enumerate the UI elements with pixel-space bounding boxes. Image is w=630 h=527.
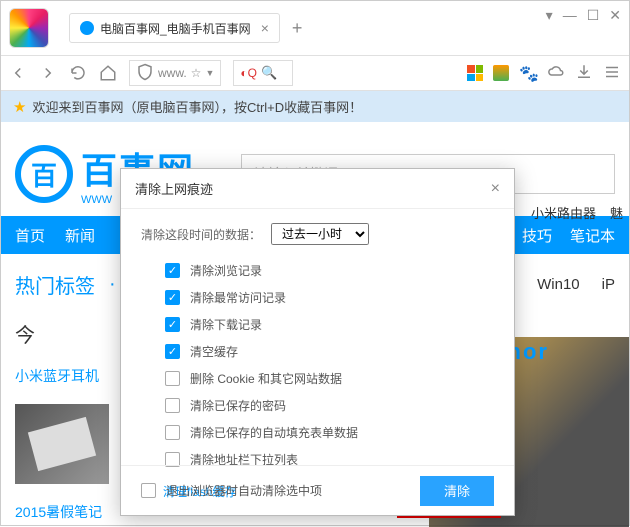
side-link[interactable]: 小米路由器 bbox=[531, 203, 596, 222]
clear-option-row: 删除 Cookie 和其它网站数据 bbox=[141, 365, 494, 392]
search-engine-icon: ◐Q bbox=[240, 66, 257, 80]
clear-button[interactable]: 清除 bbox=[420, 476, 494, 506]
url-bar[interactable]: www. ☆ ▼ bbox=[129, 60, 221, 86]
auto-clear-label: 退出浏览器时自动清除选中项 bbox=[166, 482, 322, 499]
auto-clear-checkbox[interactable] bbox=[141, 483, 156, 498]
reload-button[interactable] bbox=[69, 64, 87, 82]
browser-tab[interactable]: 电脑百事网_电脑手机百事网 × bbox=[69, 13, 280, 43]
clear-option-row: 清除已保存的密码 bbox=[141, 392, 494, 419]
nav-item[interactable]: 新闻 bbox=[65, 225, 95, 246]
microsoft-icon[interactable] bbox=[467, 65, 483, 81]
clear-option-checkbox[interactable] bbox=[165, 398, 180, 413]
search-icon: 🔍 bbox=[261, 65, 277, 81]
clear-option-row: ✓ 清除浏览记录 bbox=[141, 257, 494, 284]
clear-option-label: 清除已保存的密码 bbox=[190, 397, 286, 414]
back-button[interactable] bbox=[9, 64, 27, 82]
tab-favicon bbox=[80, 21, 94, 35]
article-thumbnail[interactable] bbox=[15, 404, 109, 484]
banner-text: 欢迎来到百事网（原电脑百事网），按Ctrl+D收藏百事网！ bbox=[32, 97, 362, 116]
baidu-paw-icon[interactable]: 🐾 bbox=[519, 64, 537, 82]
download-icon[interactable] bbox=[575, 63, 593, 84]
side-link[interactable]: 魅 bbox=[610, 203, 623, 222]
clear-option-label: 删除 Cookie 和其它网站数据 bbox=[190, 370, 342, 387]
logo-circle: 百 bbox=[15, 145, 73, 203]
menu-bars-icon[interactable] bbox=[603, 63, 621, 84]
clear-option-checkbox[interactable]: ✓ bbox=[165, 344, 180, 359]
clear-option-checkbox[interactable]: ✓ bbox=[165, 263, 180, 278]
close-icon[interactable]: ✕ bbox=[609, 7, 621, 24]
extension-icon[interactable] bbox=[493, 65, 509, 81]
new-tab-button[interactable]: + bbox=[292, 18, 303, 39]
nav-item[interactable]: 笔记本 bbox=[570, 225, 615, 246]
clear-option-row: ✓ 清除下载记录 bbox=[141, 311, 494, 338]
tag-link[interactable]: iP bbox=[602, 276, 615, 293]
shield-icon bbox=[136, 63, 154, 84]
tags-dot: · bbox=[109, 273, 116, 296]
tag-link[interactable]: Win10 bbox=[537, 276, 580, 293]
home-button[interactable] bbox=[99, 64, 117, 82]
clear-option-row: 清除已保存的自动填充表单数据 bbox=[141, 419, 494, 446]
timerange-label: 清除这段时间的数据： bbox=[141, 226, 261, 243]
tab-title: 电脑百事网_电脑手机百事网 bbox=[100, 20, 251, 37]
clear-option-label: 清除浏览记录 bbox=[190, 262, 262, 279]
clear-option-checkbox[interactable]: ✓ bbox=[165, 317, 180, 332]
clear-option-checkbox[interactable] bbox=[165, 371, 180, 386]
clear-option-label: 清除已保存的自动填充表单数据 bbox=[190, 424, 358, 441]
menu-icon[interactable]: ▾ bbox=[546, 7, 553, 24]
clear-option-label: 清除下载记录 bbox=[190, 316, 262, 333]
url-text: www. bbox=[158, 66, 187, 80]
search-bar[interactable]: ◐Q 🔍 bbox=[233, 60, 293, 86]
dialog-title: 清除上网痕迹 bbox=[135, 179, 213, 198]
clear-option-checkbox[interactable]: ✓ bbox=[165, 290, 180, 305]
clear-option-row: ✓ 清空缓存 bbox=[141, 338, 494, 365]
clear-browsing-data-dialog: 清除上网痕迹 × 清除这段时间的数据： 过去一小时 ✓ 清除浏览记录 ✓ 清除最常访问… bbox=[120, 168, 515, 516]
minimize-icon[interactable]: — bbox=[563, 7, 577, 24]
tab-close-icon[interactable]: × bbox=[261, 20, 269, 36]
clear-option-label: 清除最常访问记录 bbox=[190, 289, 286, 306]
clear-option-row: ✓ 清除最常访问记录 bbox=[141, 284, 494, 311]
nav-item[interactable]: 首页 bbox=[15, 225, 45, 246]
clear-option-label: 清空缓存 bbox=[190, 343, 238, 360]
star-icon[interactable]: ☆ bbox=[191, 66, 202, 80]
dialog-close-icon[interactable]: × bbox=[491, 180, 500, 198]
clear-option-checkbox[interactable] bbox=[165, 425, 180, 440]
timerange-select[interactable]: 过去一小时 bbox=[271, 223, 369, 245]
forward-button[interactable] bbox=[39, 64, 57, 82]
nav-item[interactable]: 技巧 bbox=[522, 225, 552, 246]
cloud-icon[interactable] bbox=[547, 63, 565, 84]
star-icon: ★ bbox=[13, 98, 26, 116]
maximize-icon[interactable]: ☐ bbox=[587, 7, 600, 24]
url-dropdown-icon[interactable]: ▼ bbox=[205, 68, 214, 78]
welcome-banner: ★ 欢迎来到百事网（原电脑百事网），按Ctrl+D收藏百事网！ bbox=[1, 91, 629, 122]
tags-label: 热门标签 bbox=[15, 270, 95, 299]
app-logo[interactable] bbox=[9, 8, 49, 48]
